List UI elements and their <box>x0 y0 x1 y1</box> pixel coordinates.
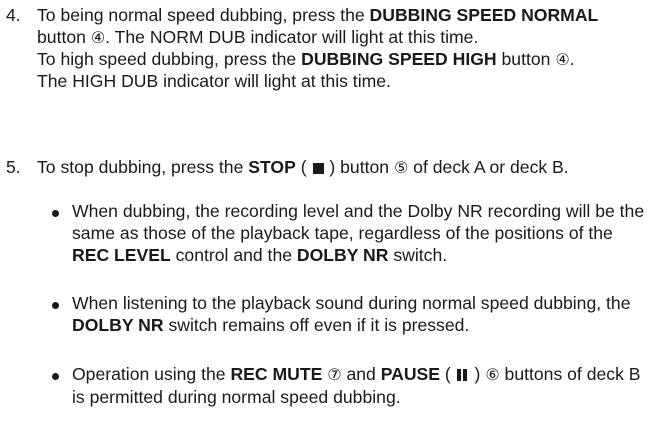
paragraph: To being normal speed dubbing, press the… <box>37 5 651 49</box>
text: and <box>341 364 381 384</box>
button-label: DUBBING SPEED NORMAL <box>369 5 599 25</box>
control-label: REC LEVEL <box>72 244 171 265</box>
step-number: 4. <box>6 5 21 25</box>
control-label: DOLBY NR <box>72 314 164 335</box>
manual-page: 4. To being normal speed dubbing, press … <box>0 0 657 432</box>
stop-square-icon <box>312 163 324 174</box>
callout-number: ⑦ <box>327 365 342 384</box>
text: button <box>496 48 556 69</box>
step-number: 5. <box>6 157 21 177</box>
text: To high speed dubbing, press the <box>37 48 302 69</box>
text: Operation using the <box>72 364 231 384</box>
text: When dubbing, the recording level and th… <box>72 201 645 243</box>
paragraph: To high speed dubbing, press the DUBBING… <box>37 49 651 71</box>
step-body: To stop dubbing, press the STOP ( ) butt… <box>37 157 651 179</box>
callout-number: ④ <box>555 49 570 69</box>
paragraph: To stop dubbing, press the STOP ( ) butt… <box>37 157 651 179</box>
step-body: To being normal speed dubbing, press the… <box>37 5 651 93</box>
text: ) button <box>324 157 394 177</box>
text: ( <box>295 157 312 177</box>
text: When listening to the playback sound dur… <box>72 293 631 313</box>
text: switch. <box>388 244 448 265</box>
bullet-dot-icon <box>52 372 59 380</box>
button-label: STOP <box>248 157 296 177</box>
text: . <box>569 48 575 69</box>
text: ( <box>440 364 456 384</box>
paragraph: The HIGH DUB indicator will light at thi… <box>37 70 391 91</box>
text: To stop dubbing, press the <box>37 157 249 177</box>
bullet-dot-icon <box>52 209 59 217</box>
text: control and the <box>170 244 297 265</box>
button-label: DUBBING SPEED HIGH <box>301 48 497 69</box>
bullet-dot-icon <box>52 301 59 309</box>
callout-number: ⑥ <box>485 365 500 384</box>
control-label: DOLBY NR <box>296 244 389 265</box>
text: of deck A or deck B. <box>408 157 569 177</box>
bullet-text: Operation using the REC MUTE ⑦ and PAUSE… <box>72 364 654 409</box>
bullet-text: When listening to the playback sound dur… <box>72 293 654 337</box>
control-label: REC MUTE <box>230 364 323 384</box>
text: switch remains off even if it is pressed… <box>163 314 470 335</box>
text: button <box>37 26 91 47</box>
text: . The NORM DUB indicator will light at t… <box>105 26 479 47</box>
text: ) <box>469 364 486 384</box>
text: To being normal speed dubbing, press the <box>37 5 370 25</box>
bullet-text: When dubbing, the recording level and th… <box>72 201 654 267</box>
callout-number: ④ <box>90 27 106 47</box>
callout-number: ⑤ <box>393 158 409 177</box>
control-label: PAUSE <box>380 364 441 384</box>
pause-bars-icon <box>456 365 469 387</box>
